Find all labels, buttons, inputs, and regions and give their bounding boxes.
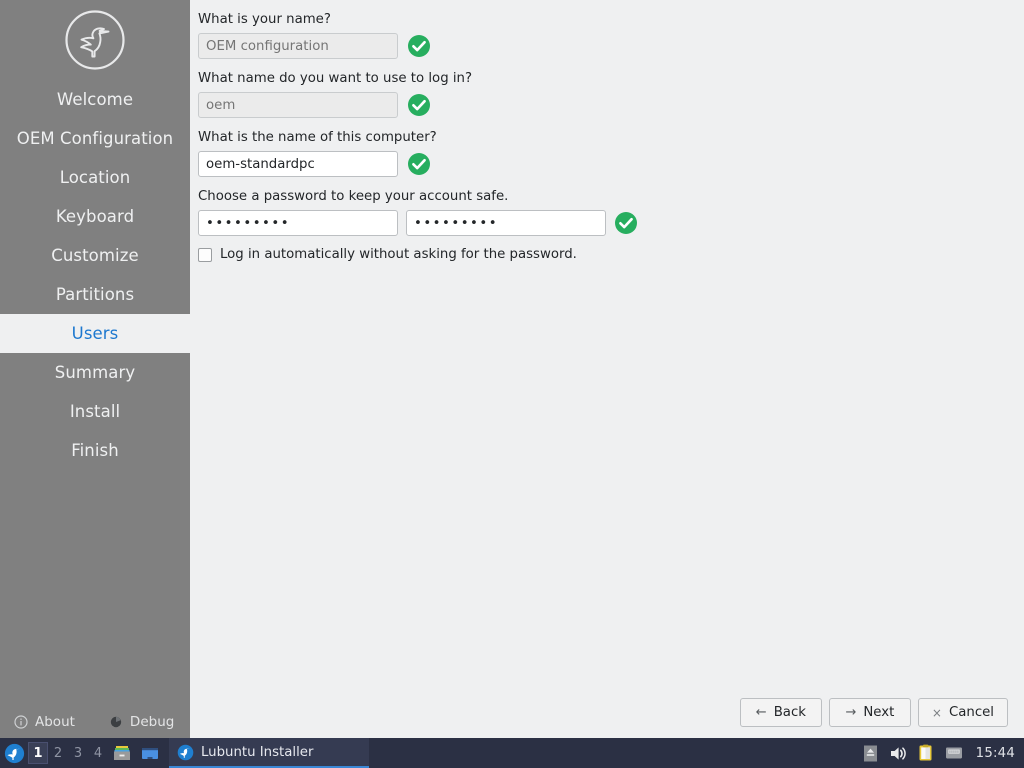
sidebar-item-location[interactable]: Location — [0, 158, 190, 197]
lubuntu-bird-logo-icon — [0, 0, 190, 80]
username-input[interactable] — [198, 92, 398, 118]
sidebar-item-label: Partitions — [55, 285, 135, 304]
sidebar-nav: Welcome OEM Configuration Location Keybo… — [0, 80, 190, 470]
workspace-3[interactable]: 3 — [68, 742, 88, 764]
sidebar-item-label: Customize — [51, 246, 139, 265]
sidebar-item-label: Users — [71, 324, 119, 343]
arrow-right-icon: → — [845, 705, 857, 720]
lubuntu-bird-icon — [177, 744, 194, 760]
autologin-row[interactable]: Log in automatically without asking for … — [198, 247, 1024, 262]
password-field-block: Choose a password to keep your account s… — [198, 189, 1024, 236]
username-question: What name do you want to use to log in? — [198, 71, 473, 86]
fullname-row — [198, 33, 1024, 59]
clipboard-icon[interactable] — [917, 744, 936, 763]
users-page: What is your name? What name do you want… — [190, 0, 1024, 738]
sidebar-item-install[interactable]: Install — [0, 392, 190, 431]
workspace-4[interactable]: 4 — [88, 742, 108, 764]
wizard-buttons: ← Back → Next × Cancel — [739, 698, 1008, 727]
fullname-input[interactable] — [198, 33, 398, 59]
taskbar-window-title: Lubuntu Installer — [201, 744, 314, 760]
username-row — [198, 92, 1024, 118]
workspace-label: 4 — [93, 745, 103, 761]
sidebar-item-keyboard[interactable]: Keyboard — [0, 197, 190, 236]
sidebar-item-label: OEM Configuration — [16, 129, 174, 148]
taskbar: 1 2 3 4 Lubuntu Installer 15:44 — [0, 738, 1024, 768]
sidebar: Welcome OEM Configuration Location Keybo… — [0, 0, 190, 738]
close-x-icon: × — [931, 705, 942, 720]
green-check-icon — [615, 212, 637, 234]
green-check-icon — [408, 94, 430, 116]
next-label: Next — [863, 705, 895, 720]
taskbar-windows: Lubuntu Installer — [169, 738, 369, 768]
sidebar-item-label: Install — [69, 402, 121, 421]
autologin-checkbox[interactable] — [198, 247, 212, 262]
password-question: Choose a password to keep your account s… — [198, 189, 509, 204]
cancel-label: Cancel — [948, 705, 994, 720]
about-button[interactable]: About — [14, 714, 75, 730]
file-manager-icon[interactable] — [108, 738, 136, 768]
next-button[interactable]: → Next — [828, 698, 911, 727]
debug-circle-icon — [110, 716, 122, 728]
sidebar-item-label: Finish — [71, 441, 119, 460]
volume-icon[interactable] — [889, 744, 908, 763]
hostname-field-block: What is the name of this computer? — [198, 130, 1024, 177]
sidebar-item-welcome[interactable]: Welcome — [0, 80, 190, 119]
autologin-label: Log in automatically without asking for … — [220, 247, 577, 262]
lubuntu-start-icon[interactable] — [0, 738, 28, 768]
arrow-left-icon: ← — [755, 705, 767, 720]
sidebar-footer: About Debug — [0, 714, 190, 730]
workspace-label: 2 — [53, 745, 63, 761]
sidebar-item-label: Summary — [54, 363, 136, 382]
debug-label: Debug — [129, 714, 175, 730]
clock[interactable]: 15:44 — [973, 746, 1015, 761]
hostname-question: What is the name of this computer? — [198, 130, 437, 145]
sidebar-item-label: Keyboard — [55, 207, 135, 226]
fullname-field-block: What is your name? — [198, 12, 1024, 59]
fullname-question: What is your name? — [198, 12, 331, 27]
workspace-label: 3 — [73, 745, 83, 761]
sidebar-item-partitions[interactable]: Partitions — [0, 275, 190, 314]
terminal-icon[interactable] — [136, 738, 164, 768]
green-check-icon — [408, 153, 430, 175]
taskbar-left: 1 2 3 4 — [0, 738, 164, 768]
about-label: About — [35, 714, 75, 730]
eject-icon[interactable] — [861, 744, 880, 763]
username-field-block: What name do you want to use to log in? — [198, 71, 1024, 118]
screen: Welcome OEM Configuration Location Keybo… — [0, 0, 1024, 768]
system-tray: 15:44 — [861, 744, 1024, 763]
green-check-icon — [408, 35, 430, 57]
sidebar-item-label: Welcome — [56, 90, 134, 109]
password-row — [198, 210, 1024, 236]
sidebar-item-summary[interactable]: Summary — [0, 353, 190, 392]
taskbar-window-lubuntu-installer[interactable]: Lubuntu Installer — [169, 738, 369, 768]
info-circle-icon — [14, 715, 28, 729]
sidebar-item-oem-configuration[interactable]: OEM Configuration — [0, 119, 190, 158]
workspace-1[interactable]: 1 — [28, 742, 48, 764]
debug-button[interactable]: Debug — [109, 714, 174, 730]
password-repeat-input[interactable] — [406, 210, 606, 236]
back-button[interactable]: ← Back — [739, 698, 822, 727]
password-input[interactable] — [198, 210, 398, 236]
hostname-row — [198, 151, 1024, 177]
sidebar-item-finish[interactable]: Finish — [0, 431, 190, 470]
cancel-button[interactable]: × Cancel — [917, 698, 1008, 727]
workspace-label: 1 — [33, 745, 43, 761]
workspace-2[interactable]: 2 — [48, 742, 68, 764]
sidebar-item-users[interactable]: Users — [0, 314, 190, 353]
network-icon[interactable] — [945, 744, 964, 763]
back-label: Back — [773, 705, 806, 720]
sidebar-item-label: Location — [59, 168, 131, 187]
hostname-input[interactable] — [198, 151, 398, 177]
installer-window: Welcome OEM Configuration Location Keybo… — [0, 0, 1024, 738]
sidebar-item-customize[interactable]: Customize — [0, 236, 190, 275]
